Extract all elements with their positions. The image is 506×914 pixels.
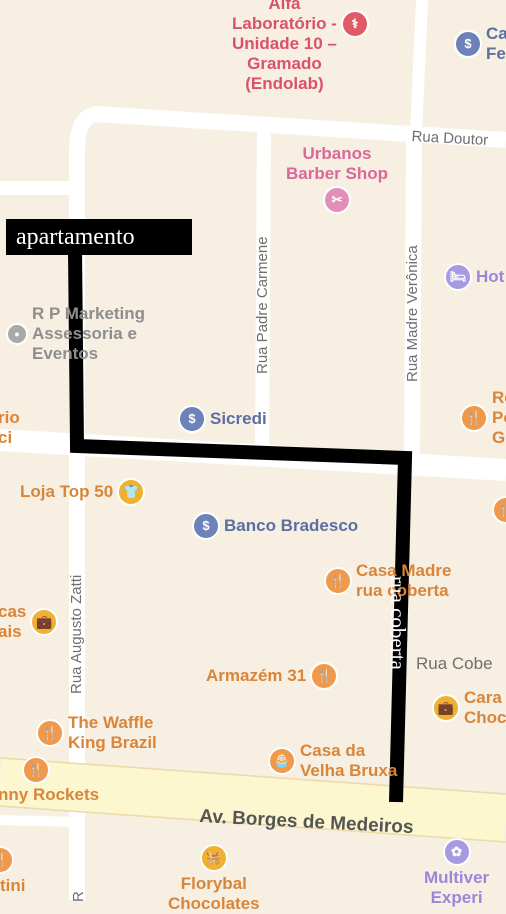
street-label-r-cut: R: [70, 891, 87, 902]
fork-knife-icon: 🍴: [460, 404, 488, 432]
road-top-right-vert: [410, 0, 428, 135]
fork-knife-icon: 🍴: [492, 496, 506, 524]
bank-icon: $: [178, 405, 206, 433]
scissors-icon: ✂: [323, 186, 352, 214]
basket-icon: 🧺: [199, 844, 228, 872]
annotation-rua-coberta: rua coberta: [386, 576, 410, 670]
pin-dot-icon: ●: [6, 323, 28, 345]
shirt-icon: 👕: [117, 478, 146, 506]
poi-cara-choc-name: Cara Choc: [464, 688, 506, 727]
poi-laboratorio-name: Alfa Laboratório - Unidade 10 – Gramado …: [232, 0, 337, 93]
fork-knife-icon: 🍴: [0, 846, 14, 874]
poi-casa-velha-name: Casa da Velha Bruxa: [300, 741, 398, 780]
poi-hotel[interactable]: 🛏 Hot: [444, 263, 504, 291]
poi-waffle-king[interactable]: 🍴 The Waffle King Brazil: [36, 713, 157, 753]
poi-waffle-king-name: The Waffle King Brazil: [68, 713, 157, 752]
street-label-rua-coberta: Rua Cobe: [416, 654, 493, 673]
poi-cafe-top-right[interactable]: $ Ca Fe: [454, 24, 506, 64]
poi-bradesco-name: Banco Bradesco: [224, 516, 359, 535]
poi-urbanos-name: Urbanos Barber Shop: [286, 144, 389, 183]
poi-casa-velha[interactable]: 🧁 Casa da Velha Bruxa: [268, 741, 397, 781]
street-label-rua-augusto-zatti: Rua Augusto Zatti: [68, 574, 85, 694]
poi-johnny-rockets[interactable]: nny Rockets: [0, 785, 99, 805]
poi-left-tini-name: tini: [0, 876, 26, 895]
annotation-apartamento: apartamento: [6, 219, 192, 255]
stethoscope-icon: ⚕: [340, 10, 369, 38]
street-label-rua-madre-veronica: Rua Madre Verônica: [404, 245, 421, 382]
poi-florybal[interactable]: 🧺 Florybal Chocolates: [168, 844, 260, 914]
poi-right-rpg-name: Re Po Gr: [492, 388, 506, 447]
poi-rp-marketing-name: R P Marketing Assessoria e Eventos: [32, 304, 146, 363]
poi-armazem-name: Armazém 31: [206, 666, 307, 685]
poi-loja-top-50[interactable]: Loja Top 50 👕: [20, 478, 146, 506]
poi-cafe-top-right-name: Ca Fe: [486, 24, 506, 63]
poi-right-rpg[interactable]: 🍴 Re Po Gr: [460, 388, 506, 448]
poi-bradesco[interactable]: $ Banco Bradesco: [192, 512, 358, 540]
poi-waffle-icon-2[interactable]: 🍴: [22, 756, 50, 784]
poi-left-rio[interactable]: rio ci: [0, 408, 20, 448]
fork-knife-icon: 🍴: [324, 567, 352, 595]
poi-rp-marketing[interactable]: ● R P Marketing Assessoria e Eventos: [6, 304, 145, 364]
briefcase-icon: 💼: [432, 694, 460, 722]
poi-right-food-cut[interactable]: 🍴: [492, 496, 506, 524]
poi-loja-top-50-name: Loja Top 50: [20, 482, 114, 501]
poi-johnny-rockets-name: nny Rockets: [0, 785, 100, 804]
poi-sicredi[interactable]: $ Sicredi: [178, 405, 267, 433]
poi-laboratorio[interactable]: Alfa Laboratório - Unidade 10 – Gramado …: [232, 0, 369, 94]
poi-multiverso[interactable]: ✿ Multiver Experi: [424, 838, 489, 908]
poi-left-tini[interactable]: 🍴 tini: [0, 846, 26, 896]
poi-left-cas[interactable]: cas ais 💼: [0, 602, 59, 642]
poi-left-rio-name: rio ci: [0, 408, 20, 447]
poi-cara-choc[interactable]: 💼 Cara Choc: [432, 688, 506, 728]
road-bottom-left: [0, 815, 81, 827]
poi-hotel-name: Hot: [476, 267, 505, 286]
briefcase-icon: 💼: [30, 608, 59, 636]
bank-icon: $: [454, 30, 482, 58]
fork-knife-icon: 🍴: [22, 756, 50, 784]
poi-sicredi-name: Sicredi: [210, 409, 267, 428]
cupcake-icon: 🧁: [268, 747, 296, 775]
street-label-rua-padre-carmene: Rua Padre Carmene: [254, 236, 271, 374]
poi-armazem[interactable]: Armazém 31 🍴: [206, 662, 339, 690]
bank-icon: $: [192, 512, 220, 540]
poi-left-cas-name: cas ais: [0, 602, 27, 641]
poi-multiverso-name: Multiver Experi: [424, 868, 490, 907]
poi-florybal-name: Florybal Chocolates: [168, 874, 260, 913]
bed-icon: 🛏: [444, 263, 472, 291]
flower-icon: ✿: [442, 838, 471, 866]
fork-knife-icon: 🍴: [36, 719, 64, 747]
poi-urbanos[interactable]: Urbanos Barber Shop ✂: [286, 144, 388, 214]
fork-knife-icon: 🍴: [310, 662, 339, 690]
